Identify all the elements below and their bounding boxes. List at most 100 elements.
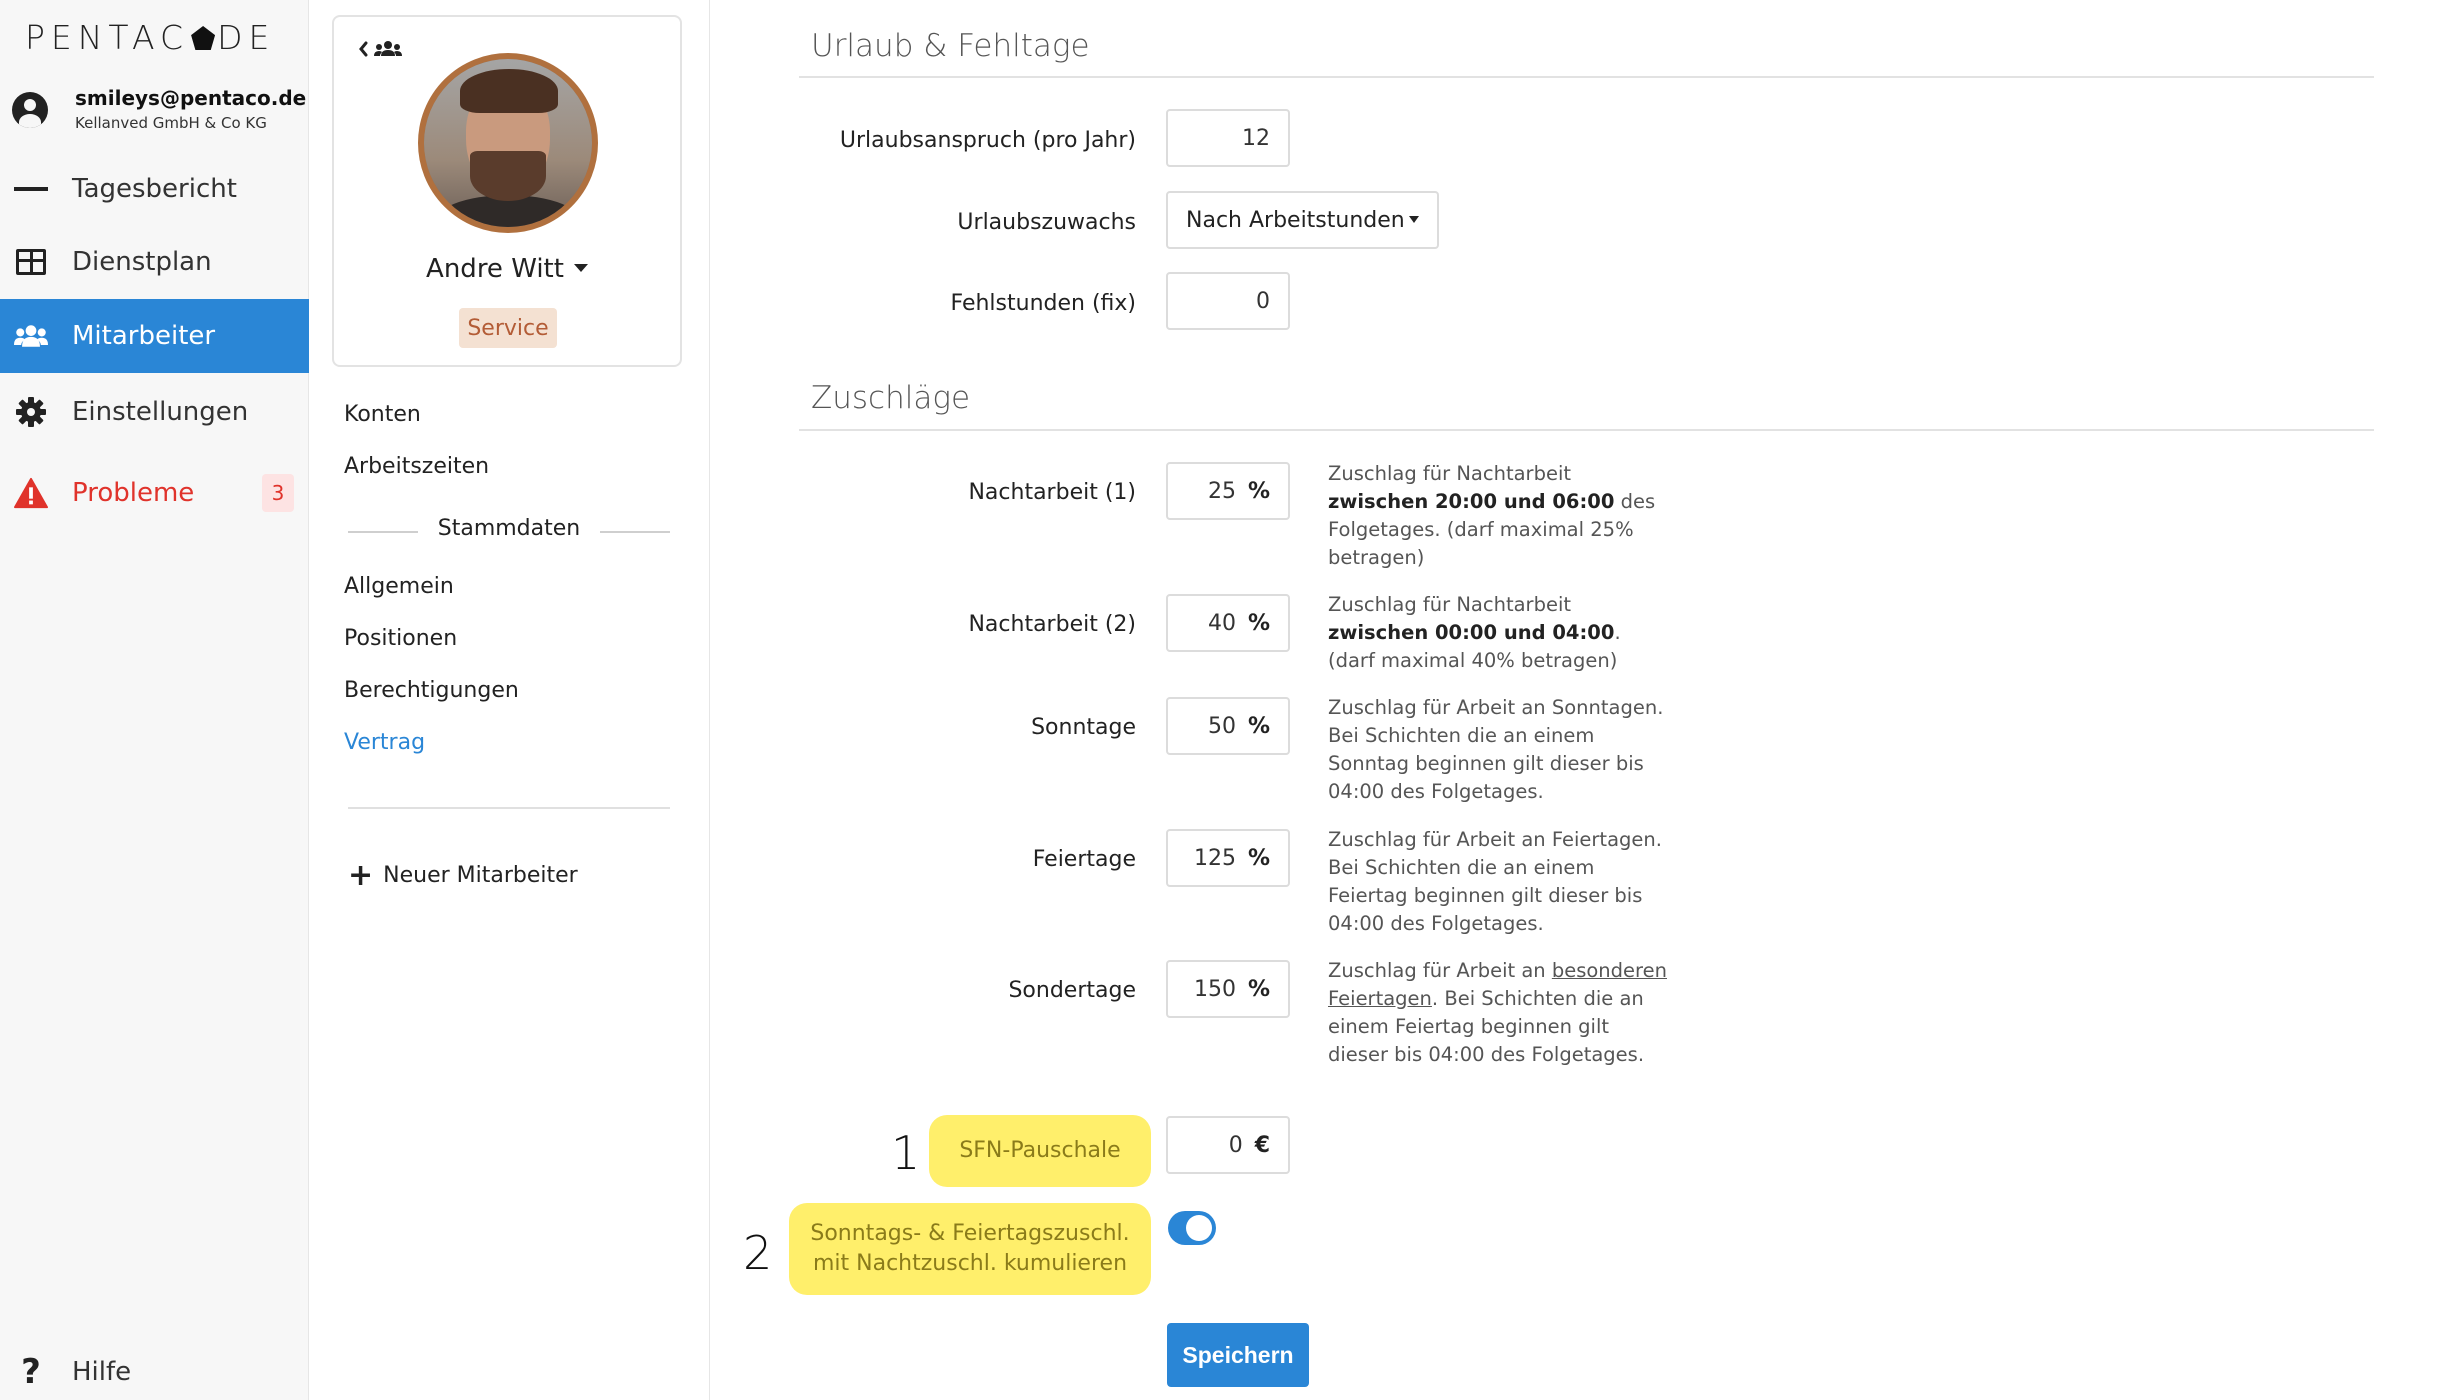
toggle-knob	[1186, 1215, 1212, 1241]
zuschlag-input-feiertage[interactable]: 125%	[1166, 829, 1290, 887]
submenu-allgemein[interactable]: Allgemein	[344, 574, 454, 599]
zuschlag-value: 25	[1207, 478, 1236, 504]
zuschlag-value: 40	[1207, 610, 1236, 636]
percent-unit: %	[1247, 713, 1270, 739]
user-account[interactable]: smileys@pentaco.de Kellanved GmbH & Co K…	[12, 84, 306, 134]
section-title-urlaub: Urlaub & Fehltage	[811, 28, 1090, 64]
zuschlag-help-nachtarbeit-2: Zuschlag für Nachtarbeit zwischen 00:00 …	[1328, 593, 1621, 672]
urlaubsanspruch-input[interactable]: 12	[1166, 109, 1290, 167]
employee-photo[interactable]	[418, 53, 598, 233]
employee-profile-card: Andre Witt Service	[332, 15, 682, 367]
percent-unit: %	[1247, 976, 1270, 1002]
stammdaten-divider: Stammdaten	[348, 516, 670, 546]
user-email: smileys@pentaco.de	[75, 86, 307, 110]
save-button[interactable]: Speichern	[1167, 1323, 1309, 1387]
zuschlag-value: 150	[1193, 976, 1236, 1002]
section-rule	[799, 429, 2374, 431]
user-circle-icon	[12, 92, 48, 128]
kumulieren-label-line1: Sonntags- & Feiertagszuschl.	[810, 1221, 1130, 1246]
nav-item-hilfe[interactable]: ? Hilfe	[0, 1335, 309, 1400]
zuschlag-help-sondertage: Zuschlag für Arbeit an besonderen Feiert…	[1328, 959, 1667, 1066]
table-icon	[14, 245, 48, 279]
logo-text-left: PENTAC	[25, 18, 190, 57]
zuschlag-input-nachtarbeit-1[interactable]: 25%	[1166, 462, 1290, 520]
sfn-pauschale-label: SFN-Pauschale	[929, 1115, 1151, 1187]
submenu-konten[interactable]: Konten	[344, 402, 421, 427]
sfn-pauschale-input[interactable]: 0 €	[1166, 1116, 1290, 1174]
percent-unit: %	[1247, 478, 1270, 504]
submenu-vertrag[interactable]: Vertrag	[344, 730, 425, 755]
sfn-value: 0	[1228, 1132, 1243, 1158]
plus-icon: +	[348, 858, 374, 893]
zuschlag-help-feiertage: Zuschlag für Arbeit an Feiertagen. Bei S…	[1328, 828, 1662, 935]
zuschlag-input-sondertage[interactable]: 150%	[1166, 960, 1290, 1018]
logo-hexagon-icon	[191, 26, 216, 50]
stammdaten-heading: Stammdaten	[437, 516, 581, 541]
submenu-divider	[348, 807, 670, 809]
kumulieren-toggle[interactable]	[1168, 1211, 1216, 1245]
pentacode-logo[interactable]: PENTAC DE	[25, 18, 275, 57]
new-employee-button[interactable]: + Neuer Mitarbeiter	[348, 858, 578, 893]
section-rule	[799, 76, 2374, 78]
employee-role-badge: Service	[459, 308, 557, 348]
urlaubsanspruch-label: Urlaubsanspruch (pro Jahr)	[839, 128, 1136, 153]
zuschlag-label-nachtarbeit-1: Nachtarbeit (1)	[968, 480, 1136, 505]
nav-item-tagesbericht[interactable]: Tagesbericht	[0, 152, 309, 226]
main-navigation: PENTAC DE smileys@pentaco.de Kellanved Gm…	[0, 0, 309, 1400]
nav-item-dienstplan[interactable]: Dienstplan	[0, 225, 309, 299]
zuschlag-label-sondertage: Sondertage	[1008, 978, 1136, 1003]
user-company: Kellanved GmbH & Co KG	[75, 114, 267, 132]
nav-item-einstellungen[interactable]: Einstellungen	[0, 375, 309, 449]
nav-item-mitarbeiter[interactable]: Mitarbeiter	[0, 299, 309, 373]
percent-unit: %	[1247, 610, 1270, 636]
zuschlag-label-feiertage: Feiertage	[1032, 847, 1136, 872]
nav-item-label: Mitarbeiter	[72, 321, 216, 351]
new-employee-label: Neuer Mitarbeiter	[383, 863, 578, 888]
nav-item-label: Dienstplan	[72, 247, 212, 277]
question-icon: ?	[21, 1352, 41, 1392]
urlaubszuwachs-label: Urlaubszuwachs	[957, 210, 1136, 235]
back-to-employees-button[interactable]	[358, 39, 406, 64]
caret-down-icon	[573, 264, 588, 272]
nav-item-label: Einstellungen	[72, 397, 249, 427]
step-number-2: 2	[743, 1226, 773, 1280]
list-icon	[14, 172, 48, 206]
zuschlag-value: 125	[1193, 845, 1236, 871]
submenu-positionen[interactable]: Positionen	[344, 626, 457, 651]
nav-item-label: Tagesbericht	[72, 174, 237, 204]
nav-item-label: Hilfe	[72, 1357, 132, 1387]
zuschlag-input-nachtarbeit-2[interactable]: 40%	[1166, 594, 1290, 652]
submenu-berechtigungen[interactable]: Berechtigungen	[344, 678, 519, 703]
zuschlag-help-nachtarbeit-1: Zuschlag für Nachtarbeit zwischen 20:00 …	[1328, 462, 1656, 569]
problem-count-badge: 3	[262, 474, 294, 512]
fehlstunden-input[interactable]: 0	[1166, 272, 1290, 330]
warning-icon	[14, 476, 48, 510]
dropdown-arrow-icon	[1409, 216, 1419, 223]
contract-form: Urlaub & Fehltage Urlaubsanspruch (pro J…	[711, 0, 2452, 1400]
employee-name-dropdown[interactable]: Andre Witt	[334, 254, 680, 284]
zuschlag-help-sonntage: Zuschlag für Arbeit an Sonntagen. Bei Sc…	[1328, 696, 1664, 803]
euro-unit: €	[1254, 1132, 1270, 1158]
percent-unit: %	[1247, 845, 1270, 871]
nav-item-probleme[interactable]: Probleme 3	[0, 456, 309, 530]
zuschlag-label-sonntage: Sonntage	[1031, 715, 1136, 740]
zuschlag-value: 50	[1207, 713, 1236, 739]
fehlstunden-label: Fehlstunden (fix)	[950, 291, 1137, 316]
urlaubszuwachs-select[interactable]: Nach Arbeitstunden	[1166, 191, 1439, 249]
kumulieren-label: Sonntags- & Feiertagszuschl. mit Nachtzu…	[789, 1203, 1151, 1295]
logo-text-right: DE	[217, 18, 276, 57]
urlaubszuwachs-value: Nach Arbeitstunden	[1186, 207, 1405, 233]
step-number-1: 1	[891, 1126, 921, 1180]
zuschlag-input-sonntage[interactable]: 50%	[1166, 697, 1290, 755]
employee-name: Andre Witt	[426, 254, 564, 284]
fehlstunden-value: 0	[1256, 288, 1270, 314]
submenu-arbeitszeiten[interactable]: Arbeitszeiten	[344, 454, 489, 479]
gear-icon	[14, 395, 48, 429]
back-users-icon	[359, 41, 402, 57]
zuschlag-label-nachtarbeit-2: Nachtarbeit (2)	[968, 612, 1136, 637]
nav-item-label: Probleme	[72, 478, 195, 508]
section-title-zuschlaege: Zuschläge	[811, 380, 971, 416]
kumulieren-label-line2: mit Nachtzuschl. kumulieren	[812, 1251, 1128, 1276]
employee-sidebar: Andre Witt Service Konten Arbeitszeiten …	[310, 0, 710, 1400]
users-icon	[14, 319, 48, 353]
